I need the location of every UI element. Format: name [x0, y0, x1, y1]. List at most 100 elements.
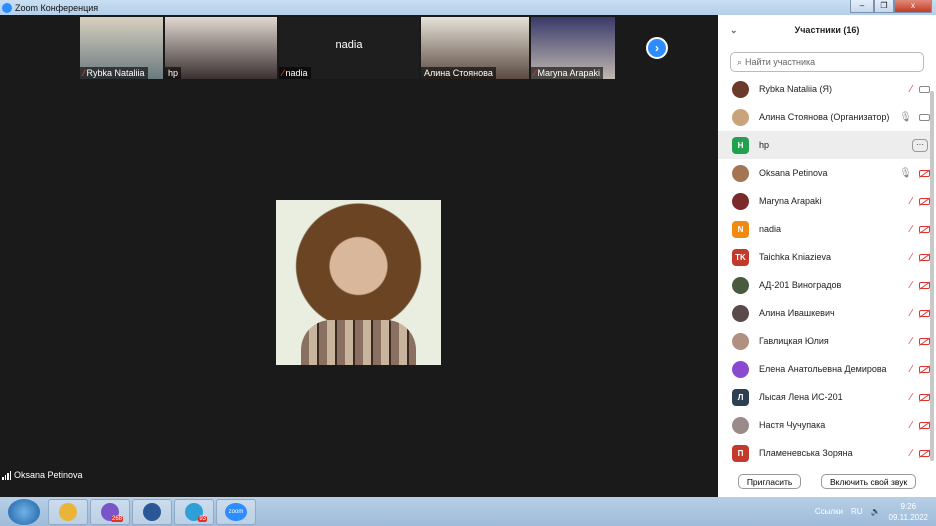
participant-name: АД-201 Виноградов: [759, 280, 842, 290]
avatar: [732, 192, 749, 210]
taskbar-viber-button[interactable]: 268: [90, 498, 130, 525]
tile-name: nadia: [285, 68, 308, 78]
video-tile[interactable]: ⁄ Maryna Arapaki: [531, 17, 615, 79]
scrollbar[interactable]: [930, 91, 934, 461]
participant-name: Taichka Kniazieva: [759, 252, 832, 262]
video-tile[interactable]: hp: [165, 17, 277, 79]
avatar: [732, 80, 749, 98]
signal-icon: [2, 470, 11, 480]
video-strip: ⁄ Rybka Nataliia hp nadia ⁄ nadia Алина Ст…: [80, 17, 640, 79]
chevron-down-icon[interactable]: ⌄: [730, 25, 738, 36]
start-button[interactable]: [8, 498, 40, 525]
tile-name: Алина Стоянова: [424, 68, 493, 78]
notification-badge: 93: [198, 515, 207, 522]
tile-display-name: nadia: [335, 39, 363, 51]
participant-row[interactable]: Настя Чучупака ⁄: [718, 411, 930, 439]
participant-row[interactable]: АД-201 Виноградов ⁄: [718, 271, 930, 299]
camera-off-icon: [919, 309, 930, 317]
participant-row[interactable]: Гавлицкая Юлия ⁄: [718, 327, 930, 355]
participant-row[interactable]: Елена Анатольевна Демирова ⁄: [718, 355, 930, 383]
zoom-logo-icon: [2, 2, 12, 13]
clock[interactable]: 9:26 09.11.2022: [889, 501, 928, 523]
mic-muted-icon: ⁄: [534, 68, 536, 78]
active-speaker-photo: [276, 200, 441, 365]
language-indicator[interactable]: RU: [851, 507, 863, 516]
speaker-icon[interactable]: 🔈: [871, 507, 881, 516]
camera-off-icon: [919, 225, 930, 233]
mic-icon: 🎙︎: [899, 167, 912, 179]
taskbar-telegram-button[interactable]: 93: [174, 498, 214, 525]
avatar: [732, 360, 749, 378]
participant-row[interactable]: Алина Стоянова (Организатор) 🎙︎: [718, 103, 930, 131]
camera-off-icon: [919, 393, 930, 401]
taskbar-chrome-button[interactable]: [48, 498, 88, 525]
search-placeholder: Найти участника: [745, 57, 816, 67]
video-tile[interactable]: Алина Стоянова: [421, 17, 529, 79]
participant-name: Пламеневська Зоряна: [759, 448, 853, 458]
participant-row[interactable]: Nnadia ⁄: [718, 215, 930, 243]
window-title: Zoom Конференция: [15, 2, 99, 13]
camera-off-icon: [919, 337, 930, 345]
mic-muted-icon: ⁄: [910, 223, 912, 235]
participant-row[interactable]: Oksana Petinova 🎙︎: [718, 159, 930, 187]
avatar: [732, 332, 749, 350]
mic-muted-icon: ⁄: [910, 251, 912, 263]
chevron-right-icon[interactable]: ›: [646, 37, 668, 59]
word-icon: [143, 502, 161, 521]
avatar: [732, 304, 749, 322]
camera-off-icon: [919, 281, 930, 289]
avatar: H: [732, 136, 749, 154]
mic-muted-icon: ⁄: [83, 68, 85, 78]
avatar: П: [732, 444, 749, 462]
participant-row[interactable]: П Пламеневська Зоряна ⁄: [718, 439, 930, 467]
avatar: [732, 108, 749, 126]
participant-name: Алина Стоянова (Организатор): [759, 112, 890, 122]
links-toolbar[interactable]: Ссылки: [815, 507, 843, 516]
restore-button[interactable]: ❐: [874, 0, 894, 13]
tile-name: Maryna Arapaki: [537, 68, 601, 78]
mic-muted-icon: ⁄: [910, 279, 912, 291]
avatar: [732, 416, 749, 434]
close-button[interactable]: x: [894, 0, 932, 13]
mic-muted-icon: ⁄: [910, 447, 912, 459]
participant-name: Oksana Petinova: [759, 168, 828, 178]
minimize-button[interactable]: –: [850, 0, 874, 13]
unmute-button[interactable]: Включить свой звук: [820, 474, 917, 489]
mic-muted-icon: ⁄: [910, 391, 912, 403]
mic-muted-icon: ⁄: [910, 195, 912, 207]
mic-muted-icon: ⁄: [910, 335, 912, 347]
tile-name: Rybka Nataliia: [86, 68, 145, 78]
notification-badge: 268: [110, 515, 123, 522]
participant-name: hp: [759, 140, 770, 150]
camera-icon: [919, 85, 930, 93]
search-icon: ⌕: [737, 56, 743, 67]
taskbar-word-button[interactable]: [132, 498, 172, 525]
search-input[interactable]: ⌕ Найти участника: [730, 52, 924, 72]
avatar: TK: [732, 248, 749, 266]
participant-row[interactable]: Л Лысая Лена ИС-201 ⁄: [718, 383, 930, 411]
participant-list: Rybka Nataliia (Я) ⁄ Алина Стоянова (Орган…: [718, 75, 930, 467]
camera-off-icon: [919, 169, 930, 177]
active-speaker-label: Oksana Petinova: [2, 470, 83, 480]
taskbar-zoom-button[interactable]: zoom: [216, 498, 256, 525]
participants-panel: ⌄ Участники (16) ⌕ Найти участника Rybka…: [718, 15, 936, 497]
invite-button[interactable]: Пригласить: [737, 474, 802, 489]
active-speaker-name: Oksana Petinova: [14, 470, 83, 480]
more-options-button[interactable]: ···: [912, 138, 928, 152]
mic-muted-icon: ⁄: [910, 83, 912, 95]
camera-off-icon: [919, 449, 930, 457]
video-tile[interactable]: ⁄ Rybka Nataliia: [80, 17, 163, 79]
video-tile[interactable]: nadia ⁄ nadia: [279, 17, 419, 79]
camera-icon: [919, 113, 930, 121]
participant-name: Настя Чучупака: [759, 420, 826, 430]
participant-name: Rybka Nataliia (Я): [759, 84, 833, 94]
mic-muted-icon: ⁄: [910, 419, 912, 431]
participant-row[interactable]: Rybka Nataliia (Я) ⁄: [718, 75, 930, 103]
participant-row[interactable]: Алина Ивашкевич ⁄: [718, 299, 930, 327]
participant-row[interactable]: TK Taichka Kniazieva ⁄: [718, 243, 930, 271]
participant-row[interactable]: Hhp ···: [718, 131, 930, 159]
participant-row[interactable]: Maryna Arapaki ⁄: [718, 187, 930, 215]
mic-muted-icon: ⁄: [910, 363, 912, 375]
taskbar: 268 93 zoom Ссылки RU 🔈 9:26 09.11.2022: [0, 497, 936, 526]
mic-muted-icon: ⁄: [910, 307, 912, 319]
